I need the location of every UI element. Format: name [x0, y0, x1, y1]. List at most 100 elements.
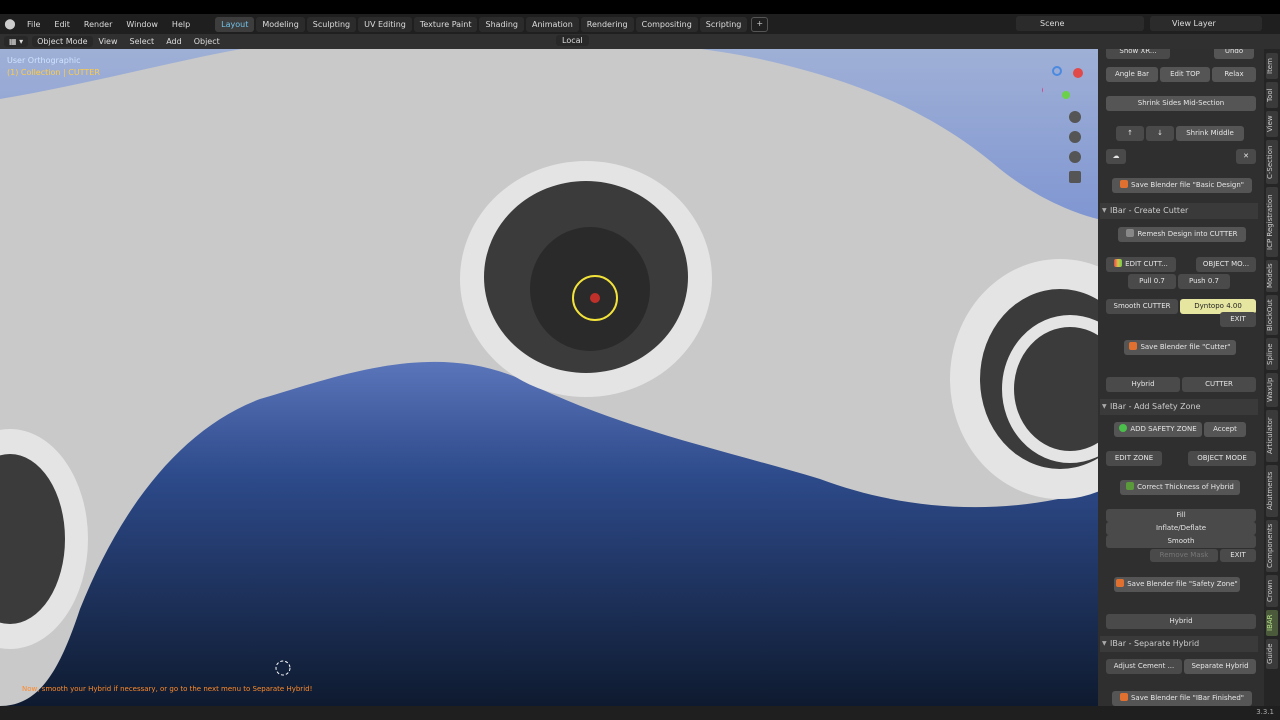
tab-modeling[interactable]: Modeling	[256, 16, 305, 32]
save-safety-zone-button[interactable]: Save Blender file "Safety Zone"	[1114, 577, 1240, 592]
edit-top-button[interactable]: Edit TOP	[1160, 67, 1210, 82]
add-workspace-button[interactable]: +	[751, 16, 769, 32]
menu-object[interactable]: Object	[188, 37, 226, 46]
blender-logo-icon[interactable]: ⬤	[0, 19, 20, 30]
tab-components[interactable]: Components	[1266, 520, 1278, 572]
inflate-deflate-button[interactable]: Inflate/Deflate	[1106, 522, 1256, 535]
menu-file[interactable]: File	[20, 20, 47, 29]
tab-spline[interactable]: Spline	[1266, 338, 1278, 370]
tab-sculpting[interactable]: Sculpting	[306, 16, 357, 32]
separate-hybrid-button[interactable]: Separate Hybrid	[1184, 659, 1256, 674]
save-cutter-button[interactable]: Save Blender file "Cutter"	[1124, 340, 1236, 355]
smooth-cutter-button[interactable]: Smooth CUTTER	[1106, 299, 1178, 314]
object-mode-button[interactable]: OBJECT MO...	[1196, 257, 1256, 272]
save-finished-label: Save Blender file "IBar Finished"	[1130, 694, 1244, 702]
3d-viewport[interactable]: User Orthographic (1) Collection | CUTTE…	[0, 49, 1098, 706]
menu-help[interactable]: Help	[165, 20, 197, 29]
tab-item[interactable]: Item	[1266, 53, 1278, 79]
tab-view[interactable]: View	[1266, 111, 1278, 137]
menu-window[interactable]: Window	[119, 20, 165, 29]
hint-message: Now, smooth your Hybrid if necessary, or…	[22, 685, 313, 693]
tab-scripting[interactable]: Scripting	[699, 16, 748, 32]
adjust-cement-button[interactable]: Adjust Cement ...	[1106, 659, 1182, 674]
green-dot-icon	[1119, 424, 1128, 432]
hole-center-deep	[530, 227, 650, 351]
remove-mask-button[interactable]: Remove Mask	[1150, 549, 1218, 562]
editor-type-button[interactable]: ▦ ▾	[4, 36, 29, 47]
smooth-button[interactable]: Smooth	[1106, 535, 1256, 548]
pull-button[interactable]: Pull 0.7	[1128, 274, 1176, 289]
correct-thickness-button[interactable]: Correct Thickness of Hybrid	[1120, 480, 1240, 495]
view-layer-selector[interactable]: View Layer	[1150, 16, 1262, 31]
scene-selector[interactable]: Scene	[1016, 16, 1144, 31]
object-mode-button-2[interactable]: OBJECT MODE	[1188, 451, 1256, 466]
shrink-sides-button[interactable]: Shrink Sides Mid-Section	[1106, 96, 1256, 111]
tab-animation[interactable]: Animation	[525, 16, 579, 32]
remesh-cutter-button[interactable]: Remesh Design into CUTTER	[1118, 227, 1246, 242]
exit-button-2[interactable]: EXIT	[1220, 549, 1256, 562]
panel-separate-hybrid-header[interactable]: ▼ IBar - Separate Hybrid	[1100, 636, 1258, 652]
hybrid-toggle[interactable]: Hybrid	[1106, 377, 1180, 392]
angle-bar-button[interactable]: Angle Bar	[1106, 67, 1158, 82]
remesh-label: Remesh Design into CUTTER	[1137, 230, 1238, 238]
tab-c-section[interactable]: C-Section	[1266, 140, 1278, 184]
menu-view[interactable]: View	[93, 37, 124, 46]
3d-cursor-icon	[275, 660, 291, 676]
tab-articulator[interactable]: Articulator	[1266, 410, 1278, 462]
menu-render[interactable]: Render	[77, 20, 119, 29]
blender-window: ⬤ File Edit Render Window Help Layout Mo…	[0, 0, 1280, 720]
mode-selector[interactable]: Object Mode	[32, 36, 93, 47]
tab-crown[interactable]: Crown	[1266, 575, 1278, 607]
tab-waxup[interactable]: WaxUp	[1266, 373, 1278, 407]
tab-abutments[interactable]: Abutments	[1266, 465, 1278, 517]
push-button[interactable]: Push 0.7	[1178, 274, 1230, 289]
tab-shading[interactable]: Shading	[479, 16, 524, 32]
save-ibar-finished-button[interactable]: Save Blender file "IBar Finished"	[1112, 691, 1252, 706]
fill-button[interactable]: Fill	[1106, 509, 1256, 522]
tab-icp-registration[interactable]: ICP Registration	[1266, 187, 1278, 257]
save-cutter-label: Save Blender file "Cutter"	[1140, 343, 1231, 351]
version-label: 3.3.1	[1256, 708, 1274, 716]
status-bar: 3.3.1	[0, 706, 1280, 720]
save-basic-design-button[interactable]: Save Blender file "Basic Design"	[1112, 178, 1252, 193]
tab-uv-editing[interactable]: UV Editing	[358, 16, 412, 32]
tab-tool[interactable]: Tool	[1266, 82, 1278, 108]
tab-compositing[interactable]: Compositing	[635, 16, 698, 32]
tab-models[interactable]: Models	[1266, 260, 1278, 292]
tab-blockout[interactable]: BlockOut	[1266, 295, 1278, 335]
close-icon[interactable]: ✕	[1236, 149, 1256, 164]
exit-button[interactable]: EXIT	[1220, 312, 1256, 327]
tab-ibar[interactable]: IBAR	[1266, 610, 1278, 636]
edit-zone-button[interactable]: EDIT ZONE	[1106, 451, 1162, 466]
cloud-icon[interactable]: ☁	[1106, 149, 1126, 164]
color-icon	[1114, 259, 1123, 267]
menu-edit[interactable]: Edit	[47, 20, 77, 29]
orientation-selector[interactable]: Local	[556, 35, 589, 46]
menu-add[interactable]: Add	[160, 37, 188, 46]
menu-select[interactable]: Select	[124, 37, 161, 46]
edit-cutter-button[interactable]: EDIT CUTT...	[1106, 257, 1176, 272]
panel-create-cutter-header[interactable]: ▼ IBar - Create Cutter	[1100, 203, 1258, 219]
shrink-middle-button[interactable]: Shrink Middle	[1176, 126, 1244, 141]
accept-button[interactable]: Accept	[1204, 422, 1246, 437]
tab-rendering[interactable]: Rendering	[580, 16, 634, 32]
navigation-gizmo[interactable]	[1042, 59, 1092, 189]
relax-button[interactable]: Relax	[1212, 67, 1256, 82]
panel-safety-zone-header[interactable]: ▼ IBar - Add Safety Zone	[1100, 399, 1258, 415]
panel-separate-hybrid-title: IBar - Separate Hybrid	[1110, 639, 1200, 648]
workspace-tabs: Layout Modeling Sculpting UV Editing Tex…	[215, 16, 769, 32]
save-icon	[1129, 342, 1138, 350]
add-safety-zone-button[interactable]: ADD SAFETY ZONE	[1114, 422, 1202, 437]
shrink-up-arrow-icon[interactable]: ↑	[1116, 126, 1144, 141]
show-xr-toggle[interactable]: Show XR...	[1106, 49, 1170, 59]
axis-x-icon	[1073, 68, 1083, 78]
hybrid-toggle-2[interactable]: Hybrid	[1106, 614, 1256, 629]
shrink-down-arrow-icon[interactable]: ↓	[1146, 126, 1174, 141]
undo-button[interactable]: Undo	[1214, 49, 1254, 59]
cutter-toggle[interactable]: CUTTER	[1182, 377, 1256, 392]
tab-guide[interactable]: Guide	[1266, 639, 1278, 669]
tab-layout[interactable]: Layout	[215, 16, 255, 32]
tab-texture-paint[interactable]: Texture Paint	[413, 16, 478, 32]
panel-create-cutter-title: IBar - Create Cutter	[1110, 206, 1189, 215]
collapse-triangle-icon: ▼	[1102, 207, 1107, 214]
